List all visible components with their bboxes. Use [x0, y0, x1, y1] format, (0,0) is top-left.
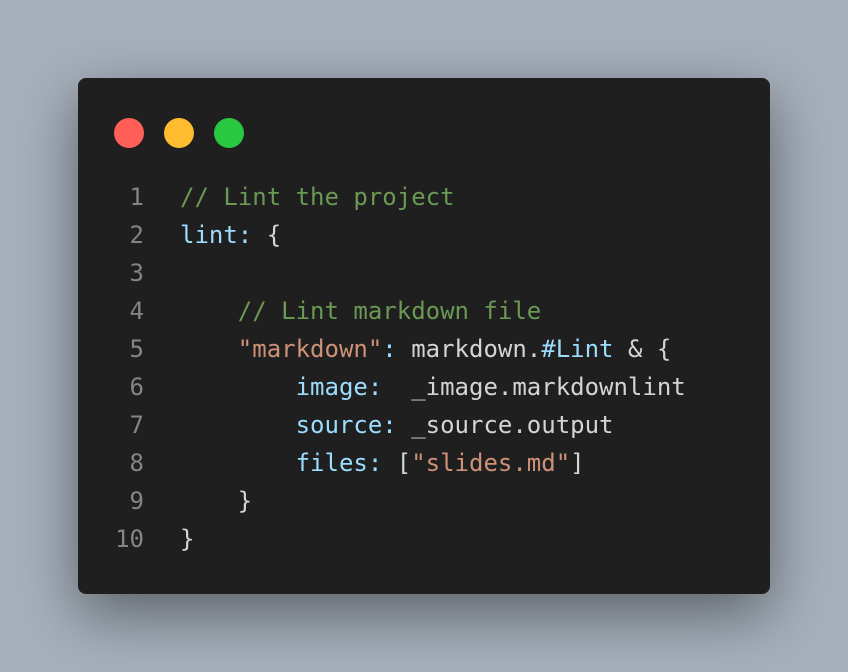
- code-line: 2 lint: {: [78, 216, 770, 254]
- line-number: 2: [129, 221, 144, 249]
- code-window: 1// Lint the project 2 lint: {3 4 // Lint m…: [78, 78, 770, 594]
- code-text: "markdown": markdown.#Lint & {: [180, 330, 672, 368]
- code-token-plain: _source.output: [396, 411, 614, 439]
- code-token-str: "markdown": [237, 335, 383, 363]
- line-number: 9: [129, 487, 144, 515]
- code-token-plain: }: [180, 487, 253, 515]
- code-line: 7 source: _source.output: [78, 406, 770, 444]
- line-number: 8: [129, 449, 144, 477]
- minimize-button[interactable]: [164, 118, 194, 148]
- code-line: 9 }: [78, 482, 770, 520]
- line-number: 4: [129, 297, 144, 325]
- code-token-key: image:: [295, 373, 383, 401]
- code-text: image: _image.markdownlint: [180, 368, 686, 406]
- code-line: 8 files: ["slides.md"]: [78, 444, 770, 482]
- code-text: // Lint the project: [180, 178, 455, 216]
- code-line: 5 "markdown": markdown.#Lint & {: [78, 330, 770, 368]
- code-text: // Lint markdown file: [180, 292, 541, 330]
- line-number: 3: [129, 259, 144, 287]
- code-token-plain: {: [252, 221, 282, 249]
- code-token-key: files:: [295, 449, 383, 477]
- code-token-key: #Lint: [541, 335, 614, 363]
- code-text: }: [180, 520, 194, 558]
- code-token-plain: _image.markdownlint: [382, 373, 686, 401]
- code-token-plain: ]: [570, 449, 585, 477]
- code-line: 1 // Lint the project: [78, 178, 770, 216]
- code-text: lint: {: [180, 216, 281, 254]
- line-number: 10: [115, 525, 144, 553]
- maximize-button[interactable]: [214, 118, 244, 148]
- code-token-plain: & {: [613, 335, 672, 363]
- line-number: 7: [129, 411, 144, 439]
- code-token-key: lint:: [180, 221, 253, 249]
- code-token-str: "slides.md": [411, 449, 571, 477]
- code-editor[interactable]: 1// Lint the project 2 lint: {3 4 // Lint m…: [78, 178, 770, 558]
- code-line: 3: [78, 254, 770, 292]
- code-text: }: [180, 482, 252, 520]
- code-token-comment: // Lint the project: [180, 183, 455, 211]
- code-token-comment: // Lint markdown file: [237, 297, 542, 325]
- code-line: 10}: [78, 520, 770, 558]
- close-button[interactable]: [114, 118, 144, 148]
- line-number: 5: [129, 335, 144, 363]
- line-number: 6: [129, 373, 144, 401]
- code-token-plain: [: [382, 449, 412, 477]
- code-line: 4 // Lint markdown file: [78, 292, 770, 330]
- code-text: source: _source.output: [180, 406, 614, 444]
- code-line: 6 image: _image.markdownlint: [78, 368, 770, 406]
- line-number: 1: [129, 183, 144, 211]
- code-token-plain: markdown.: [396, 335, 542, 363]
- code-token-plain: }: [180, 525, 195, 553]
- code-token-key: source:: [295, 411, 397, 439]
- code-token-key: :: [382, 335, 397, 363]
- code-text: files: ["slides.md"]: [180, 444, 585, 482]
